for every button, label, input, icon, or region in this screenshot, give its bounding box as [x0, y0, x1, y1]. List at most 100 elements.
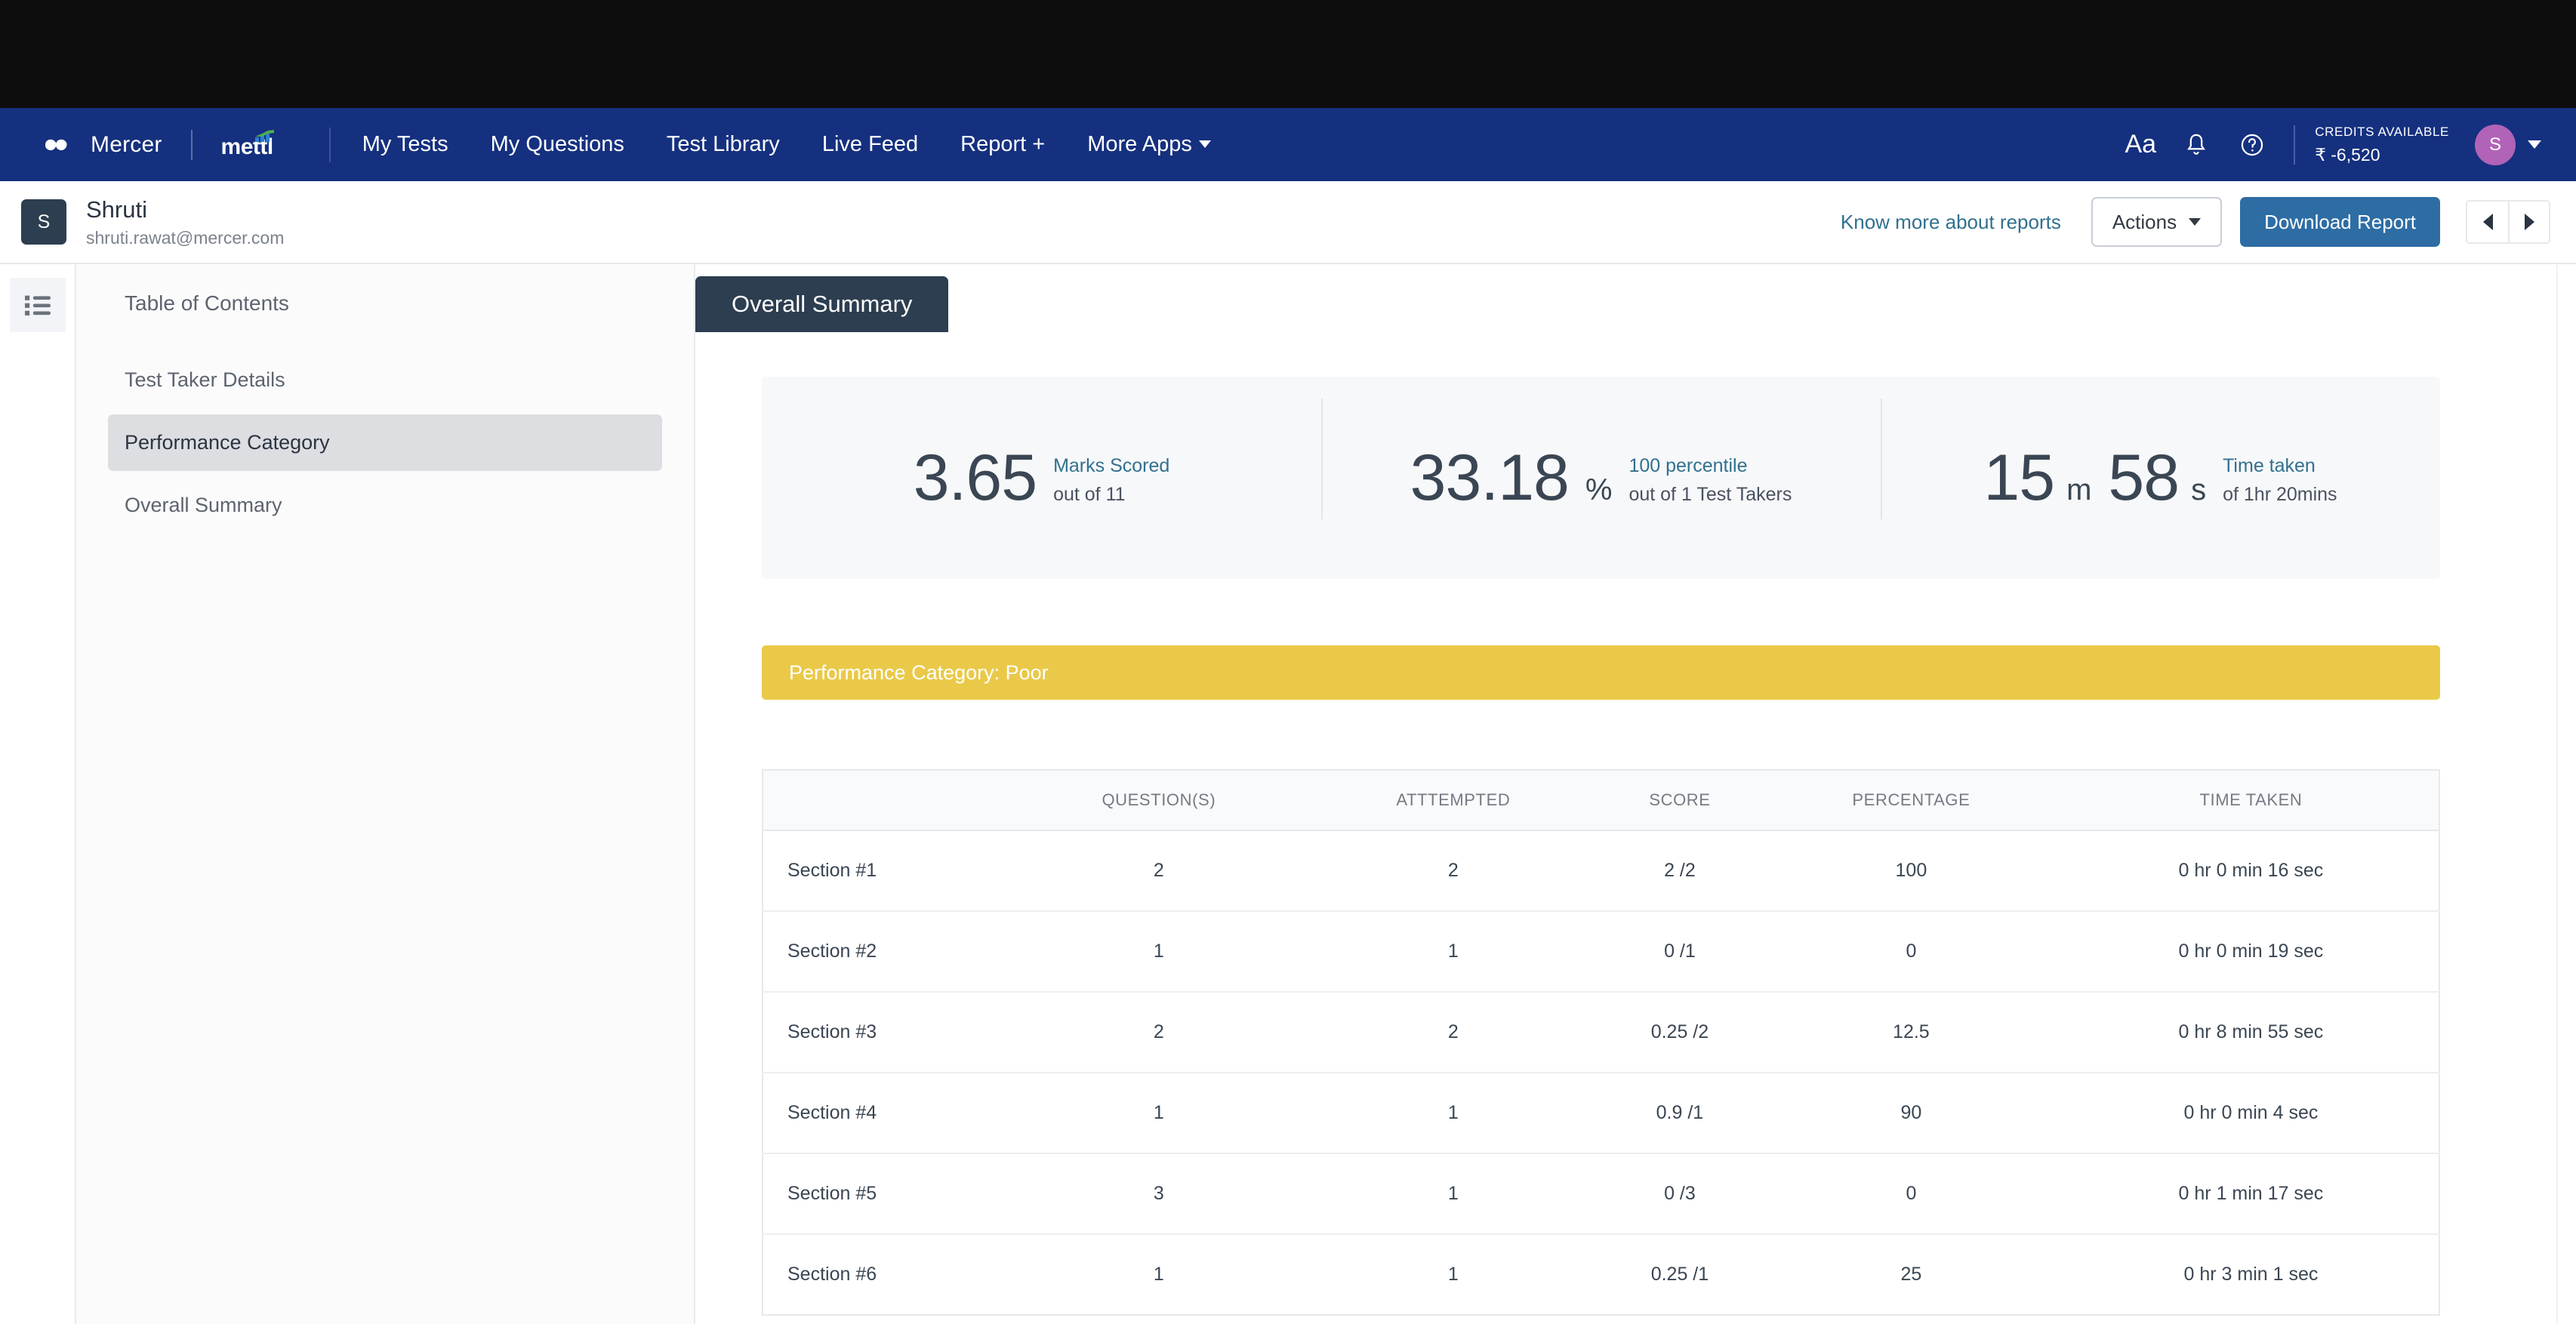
know-more-link[interactable]: Know more about reports	[1841, 211, 2061, 234]
table-row: Section #2 1 1 0 /1 0 0 hr 0 min 19 sec	[763, 911, 2439, 993]
tab-overall-summary[interactable]: Overall Summary	[695, 276, 949, 332]
chevron-left-icon	[2482, 214, 2493, 230]
help-icon[interactable]	[2224, 132, 2280, 158]
cell-percentage: 12.5	[1758, 992, 2063, 1073]
avatar-chevron-down-icon[interactable]	[2528, 140, 2541, 149]
cell-attempted: 1	[1305, 1073, 1601, 1154]
user-avatar: S	[21, 199, 66, 245]
actions-button[interactable]: Actions	[2091, 197, 2223, 247]
navbar-separator	[328, 127, 331, 162]
sidebar-item-performance-category[interactable]: Performance Category	[108, 414, 662, 471]
stat-percentile-label2: out of 1 Test Takers	[1628, 483, 1792, 505]
nav-link-test-library-label: Test Library	[666, 132, 780, 156]
vertical-scrollbar[interactable]	[2556, 264, 2576, 1324]
nav-link-report-label: Report +	[960, 132, 1046, 156]
cell-time-taken: 0 hr 0 min 19 sec	[2063, 911, 2439, 993]
table-row: Section #1 2 2 2 /2 100 0 hr 0 min 16 se…	[763, 830, 2439, 912]
nav-link-my-questions[interactable]: My Questions	[491, 132, 624, 157]
download-report-button[interactable]: Download Report	[2240, 197, 2440, 247]
cell-percentage: 90	[1758, 1073, 2063, 1154]
report-content: Overall Summary 3.65 Marks Scored out of…	[695, 264, 2576, 1324]
cell-section: Section #5	[763, 1153, 1012, 1235]
font-size-icon-label: Aa	[2125, 130, 2157, 159]
table-header-row: QUESTION(S) ATTTEMPTED SCORE PERCENTAGE …	[763, 770, 2439, 831]
nav-link-live-feed-label: Live Feed	[821, 132, 919, 156]
brand-divider	[190, 129, 193, 160]
header-actions: Know more about reports Actions Download…	[1841, 197, 2550, 247]
toc-title: Table of Contents	[125, 291, 289, 315]
stat-percentile-value: 33.18	[1410, 442, 1570, 514]
stat-percentile-label1: 100 percentile	[1628, 454, 1748, 476]
table-of-contents: Table of Contents Test Taker Details Per…	[76, 264, 695, 1324]
pager	[2466, 200, 2550, 244]
performance-category-text: Performance Category: Poor	[789, 660, 1049, 684]
cell-percentage: 0	[1758, 1153, 2063, 1235]
nav-link-test-library[interactable]: Test Library	[667, 132, 780, 157]
chevron-down-icon	[1198, 140, 1211, 148]
cell-section: Section #4	[763, 1073, 1012, 1154]
cell-time-taken: 0 hr 0 min 4 sec	[2063, 1073, 2439, 1154]
th-questions: QUESTION(S)	[1012, 770, 1306, 831]
report-header: S Shruti shruti.rawat@mercer.com Know mo…	[0, 181, 2576, 264]
cell-questions: 1	[1153, 1264, 1164, 1285]
brand-logo[interactable]: Mercer mettl	[44, 129, 274, 160]
cell-attempted: 1	[1305, 1153, 1601, 1235]
mettl-chart-icon	[254, 122, 275, 142]
cell-attempted: 2	[1305, 830, 1601, 912]
th-time-taken: TIME TAKEN	[2063, 770, 2439, 831]
nav-link-my-tests[interactable]: My Tests	[362, 132, 448, 157]
cell-questions: 2	[1012, 830, 1306, 912]
list-icon	[24, 295, 51, 316]
main-navbar: Mercer mettl My Tests My Questions Test …	[0, 108, 2576, 181]
credits-value: ₹ -6,520	[2315, 144, 2380, 165]
cell-percentage: 100	[1758, 830, 2063, 912]
bell-icon[interactable]	[2168, 132, 2224, 158]
stat-time-taken: 15 m 58 s Time taken of 1hr 20mins	[1881, 399, 2440, 519]
th-section	[763, 770, 1012, 831]
navbar-links: My Tests My Questions Test Library Live …	[362, 132, 1211, 157]
sections-table: QUESTION(S) ATTTEMPTED SCORE PERCENTAGE …	[762, 769, 2440, 1316]
navbar-right-separator	[2294, 125, 2296, 165]
nav-link-more-apps[interactable]: More Apps	[1087, 132, 1211, 157]
stat-marks-scored: 3.65 Marks Scored out of 11	[762, 445, 1321, 510]
sidebar-item-test-taker-details[interactable]: Test Taker Details	[108, 352, 662, 408]
cell-questions: 3	[1012, 1153, 1306, 1235]
content-inner: 3.65 Marks Scored out of 11 33.18 % 100 …	[695, 377, 2576, 1316]
tab-overall-summary-label: Overall Summary	[732, 291, 913, 317]
download-report-label: Download Report	[2264, 210, 2416, 233]
avatar[interactable]: S	[2475, 124, 2516, 165]
cell-time-taken: 0 hr 8 min 55 sec	[2063, 992, 2439, 1073]
nav-link-live-feed[interactable]: Live Feed	[822, 132, 918, 157]
table-row: Section #6 1 1 0.25 /1 25 0 hr 3 min 1 s…	[763, 1234, 2439, 1315]
prev-page-button[interactable]	[2467, 202, 2508, 242]
credits-block: CREDITS AVAILABLE ₹ -6,520	[2315, 125, 2449, 165]
cell-score: 0.25 /2	[1600, 992, 1759, 1073]
top-black-strip	[0, 0, 2576, 108]
sidebar-item-label: Overall Summary	[125, 494, 282, 516]
next-page-button[interactable]	[2508, 202, 2549, 242]
stat-marks-label1: Marks Scored	[1053, 454, 1170, 476]
cell-section: Section #3	[763, 992, 1012, 1073]
cell-attempted: 1	[1447, 1264, 1459, 1285]
cell-time-taken: 0 hr 1 min 17 sec	[2063, 1153, 2439, 1235]
stat-marks-label2: out of 11	[1053, 483, 1126, 505]
summary-stats-card: 3.65 Marks Scored out of 11 33.18 % 100 …	[762, 377, 2440, 579]
page-title: Shruti	[86, 196, 147, 223]
stat-marks-value: 3.65	[913, 442, 1037, 514]
actions-button-label: Actions	[2112, 210, 2177, 233]
table-row: Section #5 3 1 0 /3 0 0 hr 1 min 17 sec	[763, 1153, 2439, 1235]
cell-section: Section #1	[763, 830, 1012, 912]
sidebar-item-overall-summary[interactable]: Overall Summary	[108, 477, 662, 534]
cell-percentage: 25	[1900, 1264, 1922, 1285]
th-percentage: PERCENTAGE	[1758, 770, 2063, 831]
nav-link-my-questions-label: My Questions	[490, 132, 624, 156]
nav-link-report[interactable]: Report +	[960, 132, 1045, 157]
font-size-icon[interactable]: Aa	[2112, 130, 2168, 159]
user-email: shruti.rawat@mercer.com	[86, 227, 285, 248]
credits-label: CREDITS AVAILABLE	[2315, 124, 2449, 139]
cell-questions: 1	[1012, 911, 1306, 993]
toggle-toc-button[interactable]	[9, 278, 66, 332]
cell-time-taken: 0 hr 0 min 16 sec	[2063, 830, 2439, 912]
stat-time-label2: of 1hr 20mins	[2223, 483, 2337, 505]
cell-time-taken: 0 hr 3 min 1 sec	[2183, 1264, 2319, 1285]
